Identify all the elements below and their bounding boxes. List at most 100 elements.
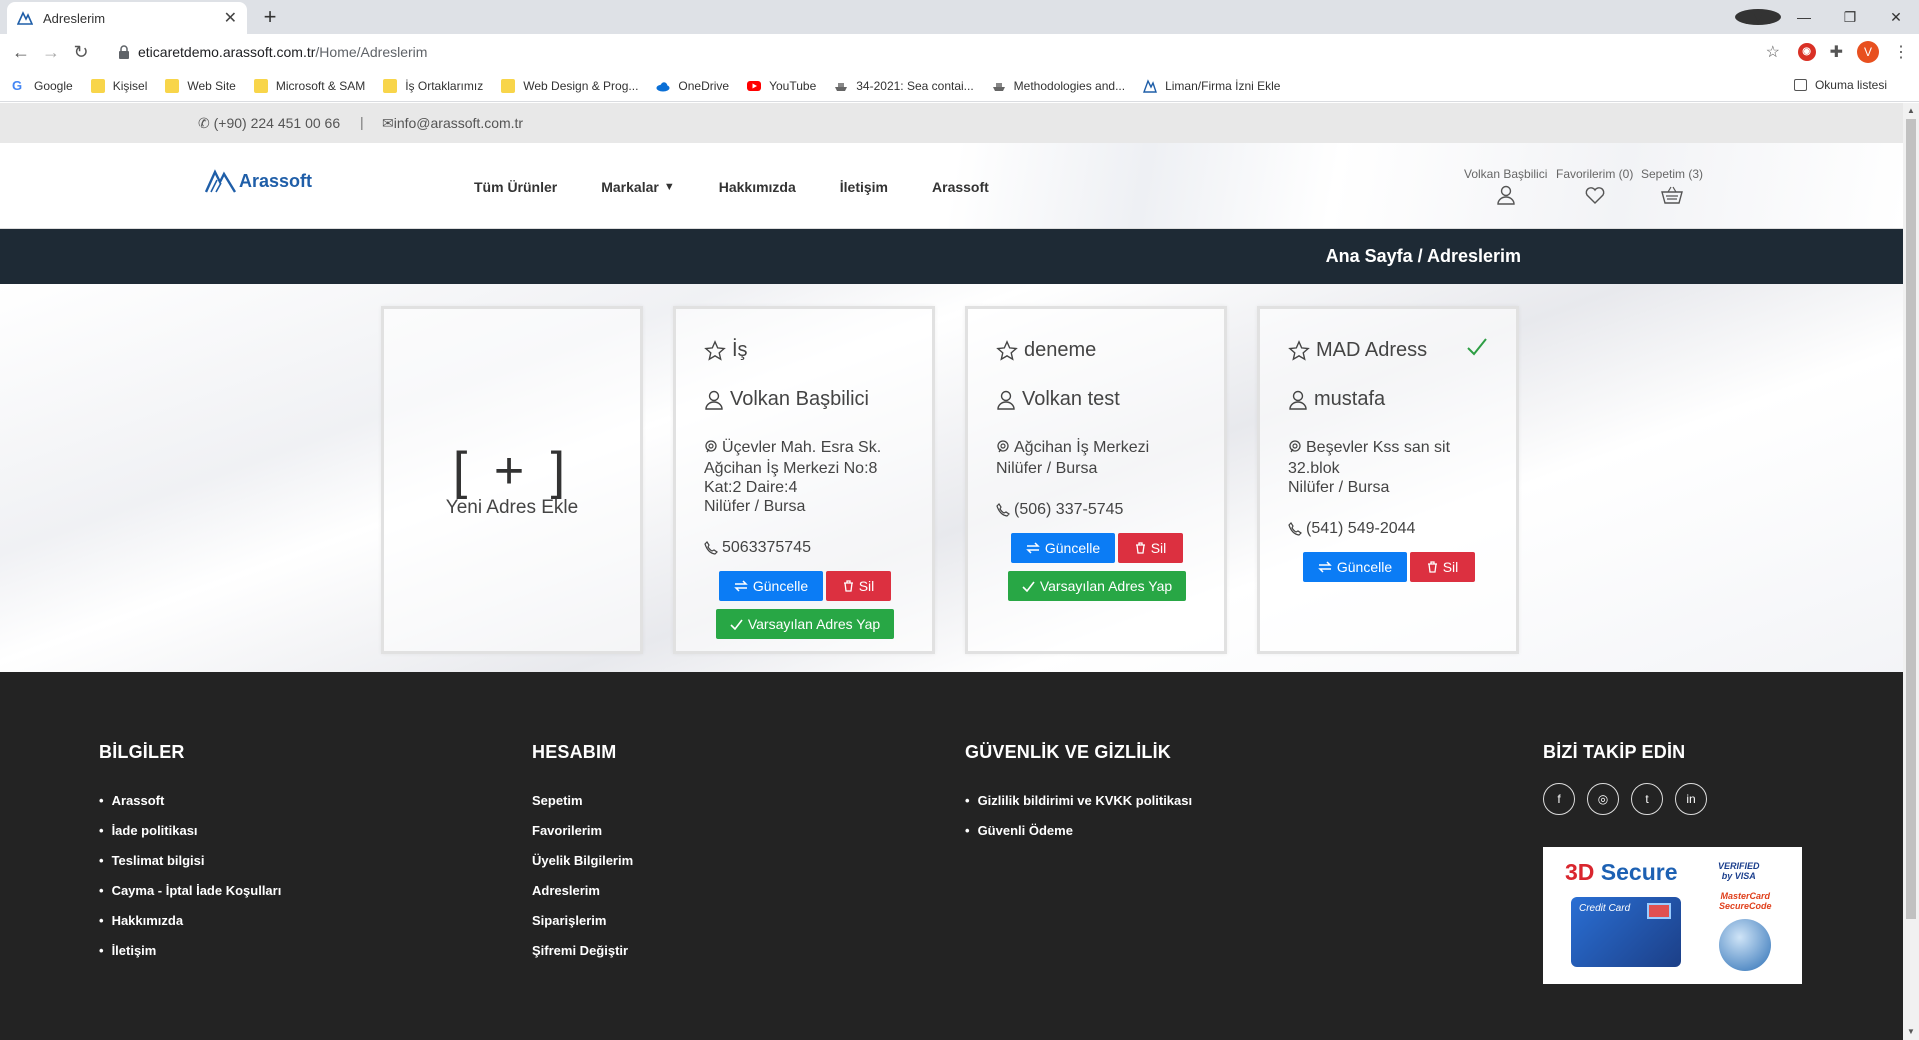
delete-address-button[interactable]: Sil (1410, 552, 1475, 582)
puzzle-extensions-icon[interactable]: ✚ (1830, 42, 1843, 62)
nav-markalar[interactable]: Markalar ▼ (601, 179, 674, 195)
footer-link[interactable]: Üyelik Bilgilerim (532, 853, 633, 883)
trash-icon (1427, 561, 1437, 573)
lock-icon (119, 45, 129, 59)
restore-button[interactable]: ❐ (1827, 9, 1873, 26)
reading-list-button[interactable]: Okuma listesi (1793, 78, 1887, 92)
footer-link[interactable]: Şifremi Değiştir (532, 943, 633, 973)
favorites-link[interactable]: Favorilerim (0) (1556, 167, 1633, 205)
url-path: /Home/Adreslerim (315, 44, 428, 60)
close-window-button[interactable]: ✕ (1873, 9, 1919, 26)
star-icon[interactable] (996, 339, 1018, 362)
close-tab-icon[interactable]: ✕ (224, 8, 237, 28)
back-button[interactable]: ← (6, 42, 36, 63)
exchange-icon (1318, 561, 1332, 573)
nav-hakkimizda[interactable]: Hakkımızda (719, 179, 796, 195)
star-icon[interactable] (704, 339, 726, 362)
star-icon[interactable] (1288, 339, 1310, 362)
bookmark-web-design[interactable]: Web Design & Prog... (501, 78, 638, 93)
profile-avatar[interactable]: V (1857, 41, 1879, 63)
footer-link[interactable]: Sepetim (532, 793, 633, 823)
footer-link[interactable]: Adreslerim (532, 883, 633, 913)
bookmark-sea-container[interactable]: 34-2021: Sea contai... (834, 79, 974, 93)
user-label: Volkan Başbilici (1464, 167, 1548, 181)
forward-button[interactable]: → (36, 42, 66, 63)
card-strip (1647, 903, 1671, 919)
delete-label: Sil (1442, 559, 1459, 575)
bookmark-label: OneDrive (678, 78, 730, 93)
nav-iletisim[interactable]: İletişim (840, 179, 888, 195)
update-address-button[interactable]: Güncelle (1303, 552, 1407, 582)
bookmark-liman-firma[interactable]: Liman/Firma İzni Ekle (1143, 79, 1280, 93)
footer-link[interactable]: İletişim (99, 943, 281, 973)
address-person-name: Volkan test (1022, 388, 1120, 410)
footer-link[interactable]: Favorilerim (532, 823, 633, 853)
scroll-thumb[interactable] (1906, 119, 1916, 919)
footer-heading: HESABIM (532, 742, 617, 762)
delete-address-button[interactable]: Sil (826, 571, 891, 601)
site-logo[interactable]: Arassoft (205, 169, 312, 193)
footer-link[interactable]: Gizlilik bildirimi ve KVKK politikası (965, 793, 1193, 823)
folder-icon (383, 78, 398, 93)
address-title-text: İş (732, 339, 748, 361)
youtube-icon (747, 80, 762, 91)
bookmark-is-ortaklarimiz[interactable]: İş Ortaklarımız (383, 78, 484, 93)
topbar-phone[interactable]: ✆ (+90) 224 451 00 66 (198, 115, 340, 132)
update-address-button[interactable]: Güncelle (1011, 533, 1115, 563)
nav-arassoft[interactable]: Arassoft (932, 179, 989, 195)
footer-link[interactable]: Teslimat bilgisi (99, 853, 281, 883)
arassoft-favicon-icon (17, 11, 33, 25)
trash-icon (843, 580, 853, 592)
delete-address-button[interactable]: Sil (1118, 533, 1183, 563)
bookmark-google[interactable]: G Google (12, 78, 73, 93)
bookmark-youtube[interactable]: YouTube (747, 79, 816, 93)
footer-link[interactable]: Hakkımızda (99, 913, 281, 943)
address-bar[interactable]: eticaretdemo.arassoft.com.tr/Home/Adresl… (108, 38, 1788, 66)
bookmark-microsoft-sam[interactable]: Microsoft & SAM (253, 78, 365, 93)
address-card: İş Volkan Başbilici Üçevler Mah. Esra Sk… (673, 306, 935, 654)
shopping-cart-globe-icon (1719, 919, 1771, 971)
make-default-button[interactable]: Varsayılan Adres Yap (716, 609, 894, 639)
twitter-icon[interactable]: t (1631, 783, 1663, 815)
nav-tum-urunler[interactable]: Tüm Ürünler (474, 179, 557, 195)
bookmark-kisisel[interactable]: Kişisel (90, 78, 147, 93)
footer-guvenlik: GÜVENLİK VE GİZLİLİK Gizlilik bildirimi … (965, 742, 1192, 853)
address-line: Nilüfer / Bursa (996, 460, 1098, 477)
topbar-email[interactable]: ✉info@arassoft.com.tr (382, 115, 523, 132)
mail-icon: ✉ (382, 115, 394, 131)
user-account-link[interactable]: Volkan Başbilici (1464, 167, 1547, 205)
menu-kebab-icon[interactable]: ⋮ (1893, 42, 1909, 62)
bookmark-onedrive[interactable]: OneDrive (656, 79, 729, 93)
contact-topbar: ✆ (+90) 224 451 00 66 | ✉info@arassoft.c… (0, 103, 1903, 143)
make-default-button[interactable]: Varsayılan Adres Yap (1008, 571, 1186, 601)
adblock-extension-icon[interactable]: ◉ (1797, 43, 1816, 61)
new-tab-button[interactable]: + (258, 5, 282, 29)
page-scrollbar[interactable]: ▲ ▼ (1903, 103, 1919, 1040)
cart-link[interactable]: Sepetim (3) (1641, 167, 1703, 205)
heart-icon (1585, 187, 1605, 204)
scroll-up-arrow-icon[interactable]: ▲ (1903, 103, 1919, 119)
address-phone: (541) 549-2044 (1288, 520, 1415, 538)
facebook-icon[interactable]: f (1543, 783, 1575, 815)
bookmark-label: İş Ortaklarımız (405, 78, 484, 93)
scroll-down-arrow-icon[interactable]: ▼ (1903, 1024, 1919, 1040)
minimize-button[interactable]: — (1781, 9, 1827, 25)
footer-link[interactable]: Arassoft (99, 793, 281, 823)
bookmark-star-icon[interactable]: ☆ (1766, 42, 1780, 62)
footer-link[interactable]: Güvenli Ödeme (965, 823, 1192, 853)
nav-markalar-label: Markalar (601, 179, 659, 195)
footer-link[interactable]: İade politikası (99, 823, 281, 853)
add-address-card[interactable]: [ + ] Yeni Adres Ekle (381, 306, 643, 654)
instagram-icon[interactable]: ◎ (1587, 783, 1619, 815)
linkedin-icon[interactable]: in (1675, 783, 1707, 815)
bookmark-label: Web Site (187, 78, 236, 93)
update-address-button[interactable]: Güncelle (719, 571, 823, 601)
browser-tab[interactable]: Adreslerim ✕ (7, 2, 247, 34)
bookmark-web-site[interactable]: Web Site (165, 78, 236, 93)
bookmark-methodologies[interactable]: Methodologies and... (992, 79, 1125, 93)
chevron-down-icon: ▼ (663, 181, 675, 193)
reload-button[interactable]: ↻ (66, 42, 96, 63)
footer-link[interactable]: Siparişlerim (532, 913, 633, 943)
footer-link[interactable]: Cayma - İptal İade Koşulları (99, 883, 282, 913)
tab-search-button[interactable]: ▼ (1735, 9, 1781, 25)
